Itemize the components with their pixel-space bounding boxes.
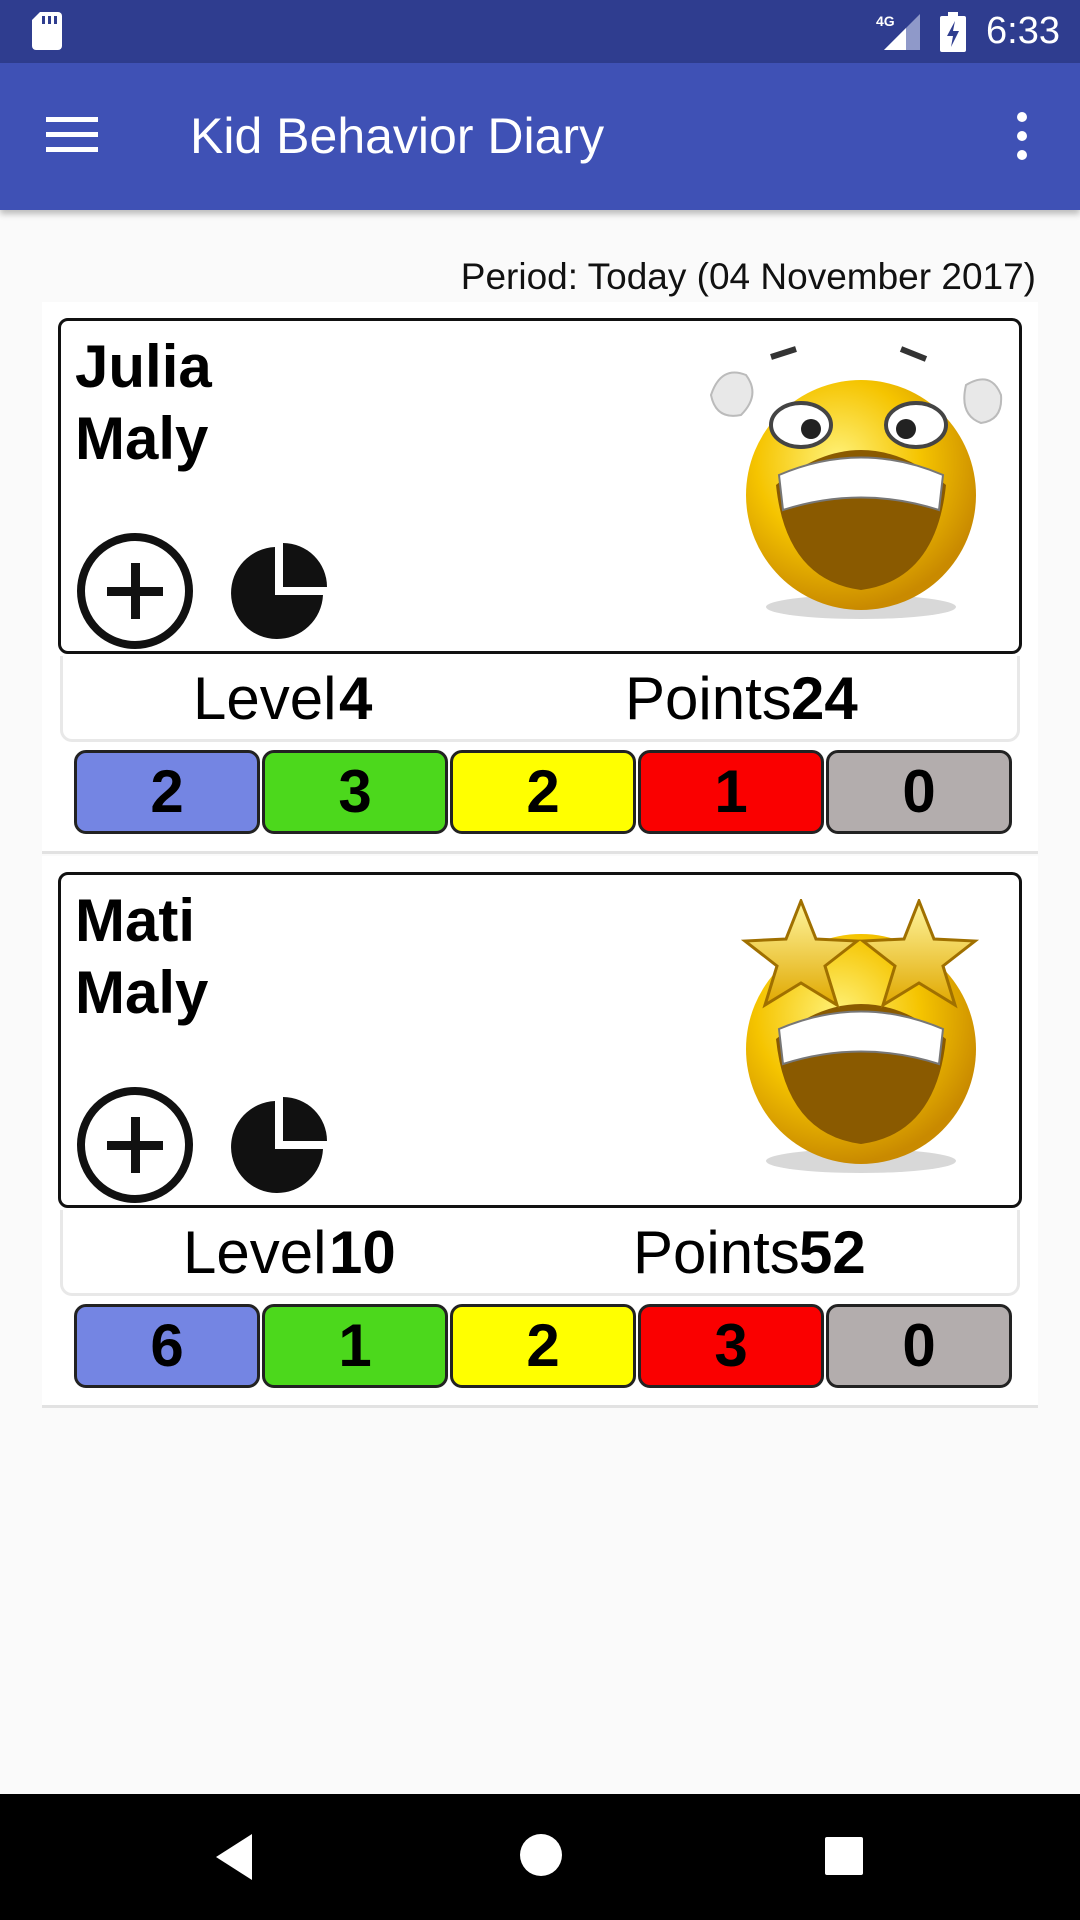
laughing-emoji-icon — [709, 346, 1003, 619]
kid-last-name: Maly — [75, 959, 209, 1026]
network-type-label: 4G — [876, 13, 895, 29]
counter-green[interactable]: 3 — [262, 750, 448, 834]
app-title: Kid Behavior Diary — [190, 108, 605, 164]
sd-card-icon — [32, 12, 62, 50]
signal-icon: 4G — [876, 13, 920, 50]
counter-blue[interactable]: 2 — [74, 750, 260, 834]
pie-chart-icon[interactable] — [229, 539, 329, 639]
level-value: 10 — [329, 1219, 396, 1286]
app-bar: Kid Behavior Diary — [0, 63, 1080, 210]
home-icon[interactable] — [518, 1832, 564, 1878]
period-label[interactable]: Period: Today (04 November 2017) — [461, 256, 1036, 298]
overflow-menu-icon[interactable] — [1008, 111, 1036, 161]
kid-card: Julia Maly Level 4 Points 24 2 3 2 1 0 — [42, 302, 1038, 854]
kid-card: Mati Maly Level 10 Points 52 6 1 2 3 0 — [42, 856, 1038, 1408]
counter-red[interactable]: 3 — [638, 1304, 824, 1388]
pie-chart-icon[interactable] — [229, 1093, 329, 1193]
kid-last-name: Maly — [75, 405, 209, 472]
add-behavior-button[interactable] — [77, 1087, 193, 1203]
counter-gray[interactable]: 0 — [826, 750, 1012, 834]
system-nav-bar — [0, 1794, 1080, 1920]
points-label: Points — [625, 665, 792, 732]
level-points-summary: Level 10 Points 52 — [60, 1210, 1020, 1296]
kid-box[interactable]: Julia Maly — [58, 318, 1022, 654]
level-label: Level — [183, 1219, 327, 1286]
status-time: 6:33 — [986, 10, 1060, 52]
kid-first-name: Julia — [75, 333, 212, 400]
battery-charging-icon — [940, 12, 966, 52]
points-value: 24 — [791, 665, 858, 732]
add-behavior-button[interactable] — [77, 533, 193, 649]
status-bar: 4G 6:33 — [0, 0, 1080, 63]
points-value: 52 — [799, 1219, 866, 1286]
behavior-counters: 2 3 2 1 0 — [74, 750, 1014, 834]
counter-yellow[interactable]: 2 — [450, 1304, 636, 1388]
level-points-summary: Level 4 Points 24 — [60, 656, 1020, 742]
kid-first-name: Mati — [75, 887, 195, 954]
kid-name: Julia Maly — [75, 331, 212, 475]
behavior-counters: 6 1 2 3 0 — [74, 1304, 1014, 1388]
menu-icon[interactable] — [46, 115, 98, 155]
counter-blue[interactable]: 6 — [74, 1304, 260, 1388]
points-label: Points — [633, 1219, 800, 1286]
level-value: 4 — [339, 665, 373, 732]
counter-gray[interactable]: 0 — [826, 1304, 1012, 1388]
counter-red[interactable]: 1 — [638, 750, 824, 834]
kid-name: Mati Maly — [75, 885, 208, 1029]
counter-yellow[interactable]: 2 — [450, 750, 636, 834]
star-eyes-emoji-icon — [740, 899, 980, 1173]
counter-green[interactable]: 1 — [262, 1304, 448, 1388]
kid-box[interactable]: Mati Maly — [58, 872, 1022, 1208]
level-label: Level — [193, 665, 337, 732]
back-icon[interactable] — [212, 1832, 256, 1882]
recents-icon[interactable] — [824, 1836, 864, 1876]
